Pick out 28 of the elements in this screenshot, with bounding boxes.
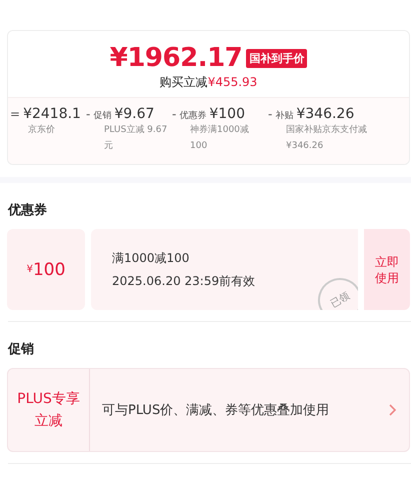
coupon-condition: 满1000减100 (112, 250, 190, 266)
saving-text: 购买立减¥455.93 (160, 74, 258, 91)
use-coupon-button[interactable]: 立即使用 (364, 229, 410, 310)
price-badge: 国补到手价 (246, 48, 308, 68)
promo-tag: PLUS专享立减 (8, 369, 90, 451)
operator-sign: - (268, 107, 272, 121)
price-note: 京东价 (27, 124, 56, 137)
coupon-validity: 2025.06.20 23:59前有效 (112, 272, 256, 290)
promo-description: 可与PLUS价、满减、券等优惠叠加使用 (101, 402, 330, 419)
chevron-right-icon (389, 404, 397, 416)
section-title: 优惠券 (6, 202, 48, 220)
price-amount: ¥100 (209, 106, 245, 122)
operator-sign: - (86, 107, 90, 121)
coupon-value: ¥100 (7, 229, 85, 310)
promo-card[interactable]: PLUS专享立减 可与PLUS价、满减、券等优惠叠加使用 (7, 368, 410, 452)
price-label: 促销 (93, 110, 112, 122)
price-amount: ¥2418.1 (23, 106, 81, 122)
price-note: PLUS立减 9.67元 (103, 124, 168, 153)
operator-sign: - (172, 107, 176, 121)
price-note: 国家补贴京东支付减¥346.26 (285, 124, 368, 153)
price-label: 补贴 (275, 110, 294, 122)
price-note: 神券满1000减100 (189, 124, 250, 153)
section-title: 促销 (6, 341, 35, 359)
operator-sign: = (10, 107, 20, 121)
price-amount: ¥9.67 (114, 106, 154, 122)
final-price: ¥1962.17 (110, 43, 242, 73)
price-label: 优惠券 (179, 110, 206, 122)
price-amount: ¥346.26 (296, 106, 354, 122)
